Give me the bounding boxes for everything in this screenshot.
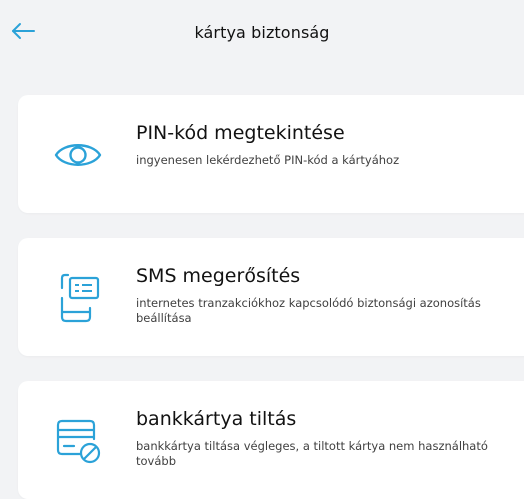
header: kártya biztonság [0, 0, 524, 60]
eye-icon [52, 129, 104, 181]
card-block-option[interactable]: bankkártya tiltás bankkártya tiltása vég… [18, 381, 524, 499]
phone-message-icon [52, 272, 104, 324]
sms-confirmation-description: internetes tranzakciókhoz kapcsolódó biz… [136, 295, 481, 326]
card-block-icon [52, 415, 104, 467]
pin-view-option[interactable]: PIN-kód megtekintése ingyenesen lekérdez… [18, 95, 524, 213]
card-block-description: bankkártya tiltása végleges, a tiltott k… [136, 438, 488, 469]
pin-view-title: PIN-kód megtekintése [136, 122, 345, 144]
sms-confirmation-option[interactable]: SMS megerősítés internetes tranzakciókho… [18, 238, 524, 356]
sms-confirmation-title: SMS megerősítés [136, 265, 301, 287]
page-title: kártya biztonság [194, 23, 330, 42]
card-block-title: bankkártya tiltás [136, 408, 297, 430]
pin-view-description: ingyenesen lekérdezhető PIN-kód a kártyá… [136, 152, 400, 167]
